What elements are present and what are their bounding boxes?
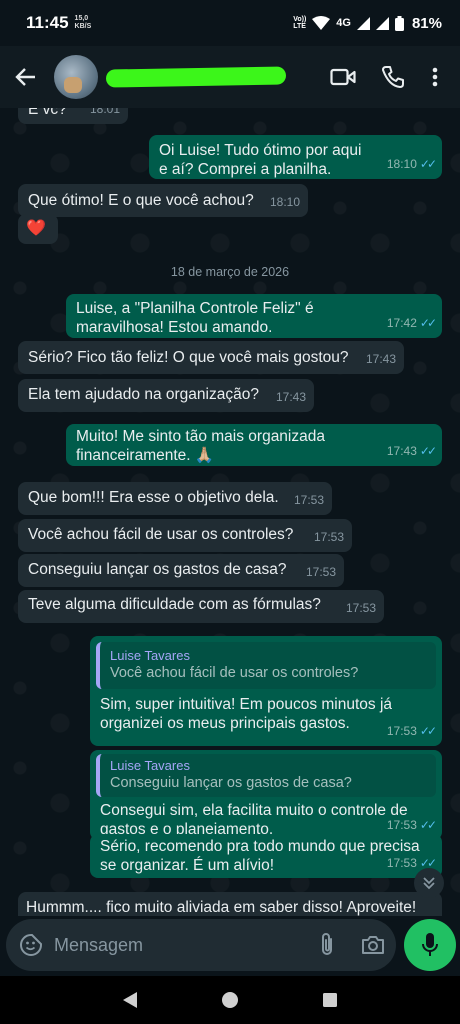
quoted-message[interactable]: Luise Tavares Você achou fácil de usar o… [96,642,436,689]
quoted-text: Você achou fácil de usar os controles? [110,665,359,681]
contact-name[interactable] [105,64,287,90]
chevron-double-down-icon [423,877,435,890]
message-incoming[interactable]: Que ótimo! E o que você achou? 18:10 [18,184,308,217]
message-incoming[interactable]: Você achou fácil de usar os controles? 1… [18,519,352,552]
message-composer [0,916,460,976]
nav-back-button[interactable] [110,980,150,1020]
voice-call-button[interactable] [368,53,418,101]
read-receipt-icon: ✓✓ [419,724,437,738]
video-call-button[interactable] [318,53,368,101]
battery-percent: 81% [411,14,442,32]
emoji-button[interactable] [8,922,54,968]
message-time: 17:53 [293,493,324,507]
contact-avatar[interactable] [54,55,98,99]
battery-icon [394,15,404,31]
read-receipt-icon: ✓✓ [419,157,437,171]
attach-button[interactable] [304,922,350,968]
quoted-message[interactable]: Luise Tavares Conseguiu lançar os gastos… [96,754,436,797]
scroll-to-bottom-button[interactable] [414,868,444,898]
message-outgoing[interactable]: Muito! Me sinto tão mais organizada fina… [66,424,442,466]
message-incoming[interactable]: Hummm.... fico muito aliviada em saber d… [18,892,442,916]
header-actions [318,53,452,101]
date-separator: 18 de março de 2026 [170,265,290,279]
microphone-icon [422,933,438,956]
message-input[interactable] [54,934,304,956]
message-time: 17:53 [386,818,417,832]
message-time: 18:01 [89,108,120,116]
chat-messages[interactable]: E vc? 18:01 Oi Luise! Tudo ótimo por aqu… [0,108,460,916]
phone-icon [382,66,404,88]
volte-top: Vo)) [293,16,307,23]
read-receipt-icon: ✓✓ [419,444,437,458]
quoted-author: Luise Tavares [110,758,190,773]
read-receipt-icon: ✓✓ [419,316,437,330]
quoted-author: Luise Tavares [110,648,190,663]
contact-name-redaction [105,66,287,88]
message-time: 17:53 [386,724,417,738]
message-outgoing-reply[interactable]: Luise Tavares Você achou fácil de usar o… [90,636,442,746]
network-speed: 15,0 KB/S [75,15,92,31]
volte-bottom: LTE [293,23,306,30]
network-speed-value: 15,0 [74,15,89,22]
message-time: 17:43 [275,390,306,404]
message-outgoing[interactable]: Sério, recomendo pra todo mundo que prec… [90,834,442,878]
message-incoming[interactable]: Que bom!!! Era esse o objetivo dela. 17:… [18,482,332,515]
nav-home-button[interactable] [210,980,250,1020]
square-recents-icon [323,993,337,1007]
quoted-text: Conseguiu lançar os gastos de casa? [110,775,352,791]
chat-header [0,46,460,108]
system-navigation-bar [0,976,460,1024]
message-time: 17:53 [313,530,344,544]
message-time: 17:53 [345,601,376,615]
read-receipt-icon: ✓✓ [419,818,437,832]
message-incoming[interactable]: Ela tem ajudado na organização? 17:43 [18,379,314,412]
message-outgoing[interactable]: Luise, a "Planilha Controle Feliz" é mar… [66,294,442,338]
network-speed-unit: KB/S [74,23,92,30]
message-incoming-emoji[interactable]: ❤️ [18,214,58,244]
arrow-left-icon [15,68,35,86]
message-time: 17:43 [365,352,396,366]
message-incoming[interactable]: Sério? Fico tão feliz! O que você mais g… [18,341,404,374]
message-incoming[interactable]: Teve alguma dificuldade com as fórmulas?… [18,590,384,623]
message-time: 17:53 [305,565,336,579]
status-icons: Vo)) LTE 4G 81% [293,15,442,32]
message-time: 17:53 [386,856,417,870]
signal-icon [356,16,370,30]
camera-icon [362,936,384,954]
more-options-button[interactable] [418,53,452,101]
message-time: 17:42 [386,316,417,330]
voice-message-button[interactable] [404,919,456,971]
network-type: 4G [336,17,351,29]
camera-button[interactable] [350,922,396,968]
message-time: 18:10 [269,195,300,209]
volte-indicator: Vo)) LTE [293,16,306,30]
sticker-emoji-icon [20,934,42,956]
nav-recents-button[interactable] [310,980,350,1020]
message-input-bar [6,919,396,971]
message-outgoing-reply[interactable]: Luise Tavares Conseguiu lançar os gastos… [90,750,442,840]
message-time: 18:10 [386,157,417,171]
paperclip-icon [322,933,332,955]
video-camera-icon [330,68,356,86]
status-time: 11:45 [26,13,69,32]
message-time: 17:43 [386,444,417,458]
triangle-back-icon [123,992,137,1008]
message-outgoing[interactable]: Oi Luise! Tudo ótimo por aqui e aí? Comp… [149,135,442,179]
status-bar: 11:45 15,0 KB/S Vo)) LTE 4G 81% [0,0,460,46]
more-vertical-icon [432,67,438,87]
message-incoming[interactable]: E vc? 18:01 [18,108,128,124]
signal-icon-2 [375,16,389,30]
wifi-icon [312,16,331,30]
message-incoming[interactable]: Conseguiu lançar os gastos de casa? 17:5… [18,554,344,587]
circle-home-icon [222,992,238,1008]
back-button[interactable] [2,53,50,101]
heart-emoji: ❤️ [26,220,46,237]
